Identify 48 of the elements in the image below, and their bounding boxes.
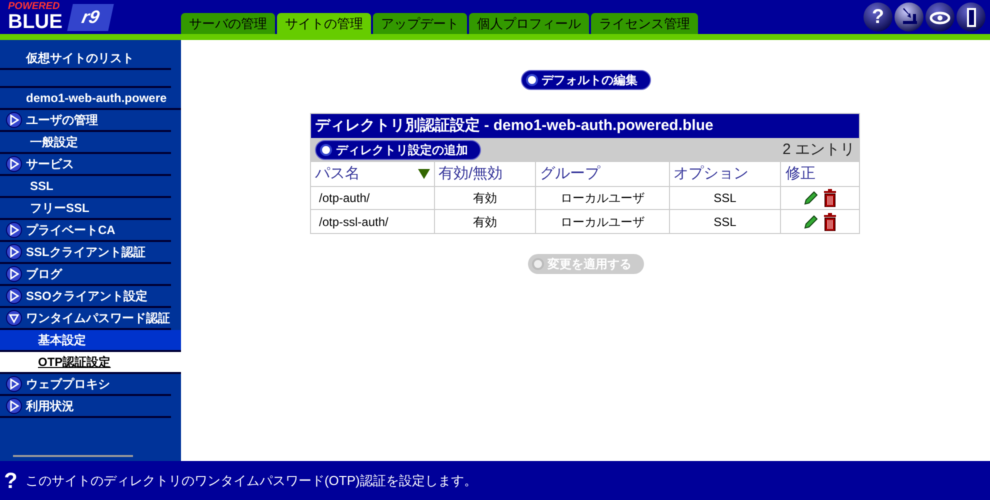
entry-count: 2 エントリ (782, 140, 855, 160)
table-cell: /otp-auth/ (311, 187, 435, 209)
pencil-icon[interactable] (803, 190, 820, 206)
door-icon[interactable] (956, 2, 986, 32)
column-header[interactable]: グループ (536, 162, 670, 186)
eye-icon[interactable] (925, 2, 955, 32)
sidebar-title[interactable]: 仮想サイトのリスト (0, 48, 171, 70)
sidebar-item[interactable]: 一般設定 (0, 132, 171, 154)
sidebar-item[interactable]: SSLクライアント認証 (0, 242, 171, 264)
sidebar-item[interactable]: ウェブプロキシ (0, 374, 171, 396)
pencil-icon[interactable] (803, 214, 820, 230)
sidebar-item[interactable]: SSL (0, 176, 171, 198)
nav-tab[interactable]: アップデート (373, 13, 467, 34)
table-cell: SSL (670, 210, 782, 233)
table-title: ディレクトリ別認証設定 - demo1-web-auth.powered.blue (311, 114, 859, 138)
sidebar-item[interactable]: サービス (0, 154, 171, 176)
column-header[interactable]: 修正 (781, 162, 859, 186)
column-header[interactable]: 有効/無効 (434, 162, 536, 186)
sidebar-item[interactable]: フリーSSL (0, 198, 171, 220)
nav-tab[interactable]: サイトの管理 (277, 13, 371, 34)
column-header[interactable]: オプション (670, 162, 782, 186)
help-icon: ? (4, 470, 18, 492)
column-header[interactable]: パス名 (311, 162, 435, 186)
download-icon[interactable] (894, 2, 924, 32)
sidebar-item[interactable]: SSOクライアント設定 (0, 286, 171, 308)
sidebar-item[interactable]: 利用状況 (0, 396, 171, 418)
trash-icon[interactable] (823, 212, 838, 230)
edit-defaults-button[interactable]: デフォルトの編集 (520, 70, 650, 90)
sidebar-item[interactable]: プライベートCA (0, 220, 171, 242)
sidebar-subitem[interactable]: OTP認証設定 (0, 352, 181, 374)
sidebar-item[interactable]: ブログ (0, 264, 171, 286)
site-name[interactable]: demo1-web-auth.powere (0, 88, 181, 110)
nav-tab[interactable]: サーバの管理 (181, 13, 275, 34)
table-cell: ローカルユーザ (536, 187, 670, 209)
help-icon[interactable]: ? (863, 2, 893, 32)
sidebar-subitem[interactable]: 基本設定 (0, 330, 181, 352)
table-cell: ローカルユーザ (536, 210, 670, 233)
sidebar-item[interactable]: ユーザの管理 (0, 110, 171, 132)
sort-descending-icon (418, 169, 430, 179)
table-cell: 有効 (434, 210, 536, 233)
trash-icon[interactable] (823, 189, 838, 207)
table-cell: SSL (670, 187, 782, 209)
add-directory-button[interactable]: ディレクトリ設定の追加 (315, 140, 481, 160)
nav-tab[interactable]: 個人プロフィール (469, 13, 589, 34)
status-text: このサイトのディレクトリのワンタイムパスワード(OTP)認証を設定します。 (25, 472, 477, 490)
table-cell: 有効 (434, 187, 536, 209)
table-cell: /otp-ssl-auth/ (311, 210, 435, 233)
nav-tab[interactable]: ライセンス管理 (591, 13, 698, 34)
